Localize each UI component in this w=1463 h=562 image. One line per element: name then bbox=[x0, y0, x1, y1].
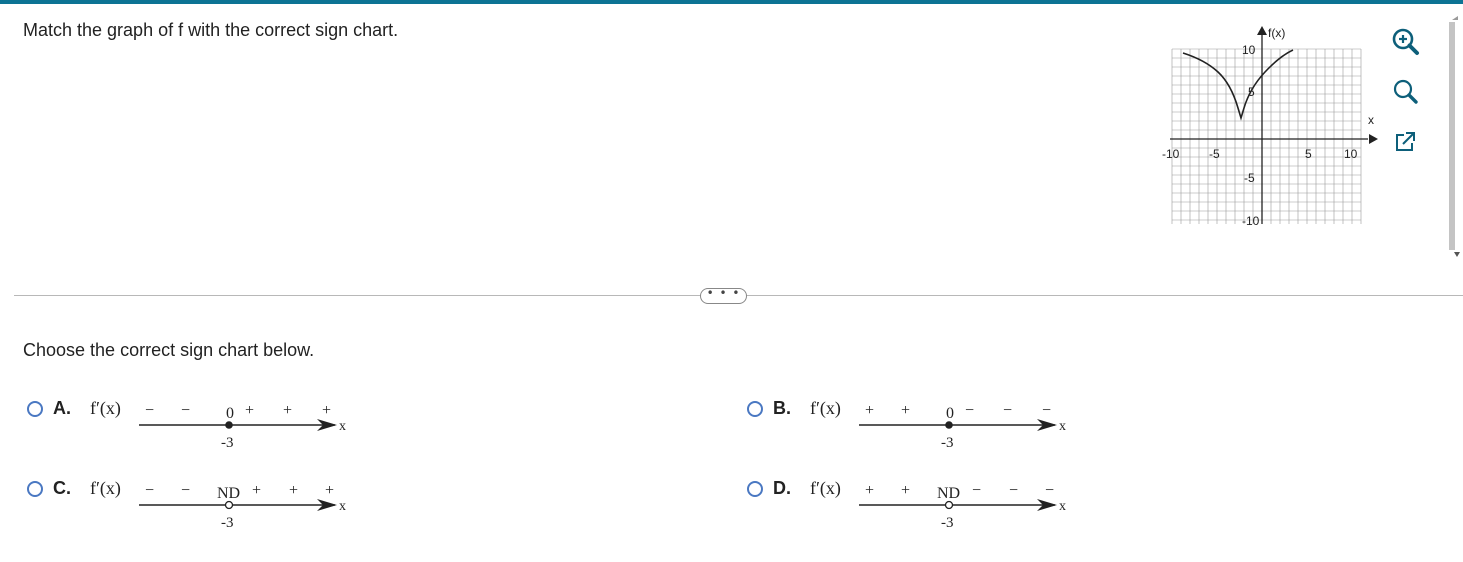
open-point bbox=[224, 500, 234, 510]
critical-point: -3 bbox=[221, 515, 234, 531]
fprime-label: f′(x) bbox=[810, 398, 841, 418]
sign: + bbox=[865, 482, 874, 499]
question-text: Match the graph of f with the correct si… bbox=[23, 20, 399, 40]
critical-label: ND bbox=[217, 485, 240, 502]
axis-label: x bbox=[1059, 419, 1066, 434]
more-button[interactable]: • • • bbox=[700, 287, 747, 304]
sign: − bbox=[972, 482, 981, 499]
fprime-label: f′(x) bbox=[90, 478, 121, 498]
y-tick-label: 5 bbox=[1248, 85, 1255, 99]
x-tick-label: 5 bbox=[1305, 147, 1312, 161]
sign-chart: x ND -3 − − + + + bbox=[139, 482, 346, 531]
choice-letter: D. bbox=[773, 478, 791, 498]
choice-letter: A. bbox=[53, 398, 71, 418]
sign: + bbox=[325, 482, 334, 499]
radio-button[interactable] bbox=[747, 481, 763, 497]
sign: − bbox=[1009, 482, 1018, 499]
sign: + bbox=[865, 402, 874, 419]
scrollbar[interactable] bbox=[1448, 12, 1462, 262]
radio-button[interactable] bbox=[27, 481, 43, 497]
critical-point: -3 bbox=[941, 435, 954, 451]
critical-point: -3 bbox=[221, 435, 234, 451]
zoom-in-icon[interactable] bbox=[1390, 26, 1420, 56]
closed-point bbox=[945, 421, 953, 429]
external-link-icon[interactable] bbox=[1390, 127, 1420, 157]
y-tick-label: -5 bbox=[1244, 171, 1255, 185]
axis-label: x bbox=[339, 419, 346, 434]
sign: − bbox=[1042, 402, 1051, 419]
sign-chart: x ND -3 + + − − − bbox=[859, 482, 1066, 531]
sign: + bbox=[245, 402, 254, 419]
x-tick-label: -10 bbox=[1162, 147, 1180, 161]
sign: + bbox=[901, 482, 910, 499]
critical-point: -3 bbox=[941, 515, 954, 531]
sign: − bbox=[965, 402, 974, 419]
sign: − bbox=[181, 402, 190, 419]
sign: − bbox=[181, 482, 190, 499]
sign: + bbox=[901, 402, 910, 419]
radio-button[interactable] bbox=[747, 401, 763, 417]
zoom-out-icon[interactable] bbox=[1390, 76, 1420, 106]
prompt-text: Choose the correct sign chart below. bbox=[23, 340, 315, 360]
sign-chart: x 0 -3 + + − − − bbox=[859, 402, 1066, 451]
axis-label: x bbox=[339, 499, 346, 514]
x-axis-label: x bbox=[1368, 113, 1374, 127]
x-tick-label: -5 bbox=[1209, 147, 1220, 161]
sign: + bbox=[322, 402, 331, 419]
critical-label: 0 bbox=[226, 405, 234, 422]
sign: + bbox=[283, 402, 292, 419]
sign: − bbox=[145, 482, 154, 499]
y-tick-label: -10 bbox=[1242, 214, 1260, 228]
open-point bbox=[944, 500, 954, 510]
choice-letter: B. bbox=[773, 398, 791, 418]
x-tick-label: 10 bbox=[1344, 147, 1358, 161]
critical-label: ND bbox=[937, 485, 960, 502]
closed-point bbox=[225, 421, 233, 429]
sign: − bbox=[1003, 402, 1012, 419]
sign: + bbox=[289, 482, 298, 499]
sign: − bbox=[1045, 482, 1054, 499]
function-graph: f(x) x -10 -5 5 10 10 5 -5 -10 bbox=[1150, 20, 1380, 235]
choice-letter: C. bbox=[53, 478, 71, 498]
top-accent-bar bbox=[0, 0, 1463, 4]
axis-label: x bbox=[1059, 499, 1066, 514]
y-axis-label: f(x) bbox=[1268, 26, 1285, 40]
critical-label: 0 bbox=[946, 405, 954, 422]
sign: + bbox=[252, 482, 261, 499]
radio-button[interactable] bbox=[27, 401, 43, 417]
sign: − bbox=[145, 402, 154, 419]
fprime-label: f′(x) bbox=[810, 478, 841, 498]
fprime-label: f′(x) bbox=[90, 398, 121, 418]
y-tick-label: 10 bbox=[1242, 43, 1256, 57]
sign-chart: x 0 -3 − − + + + bbox=[139, 402, 346, 451]
